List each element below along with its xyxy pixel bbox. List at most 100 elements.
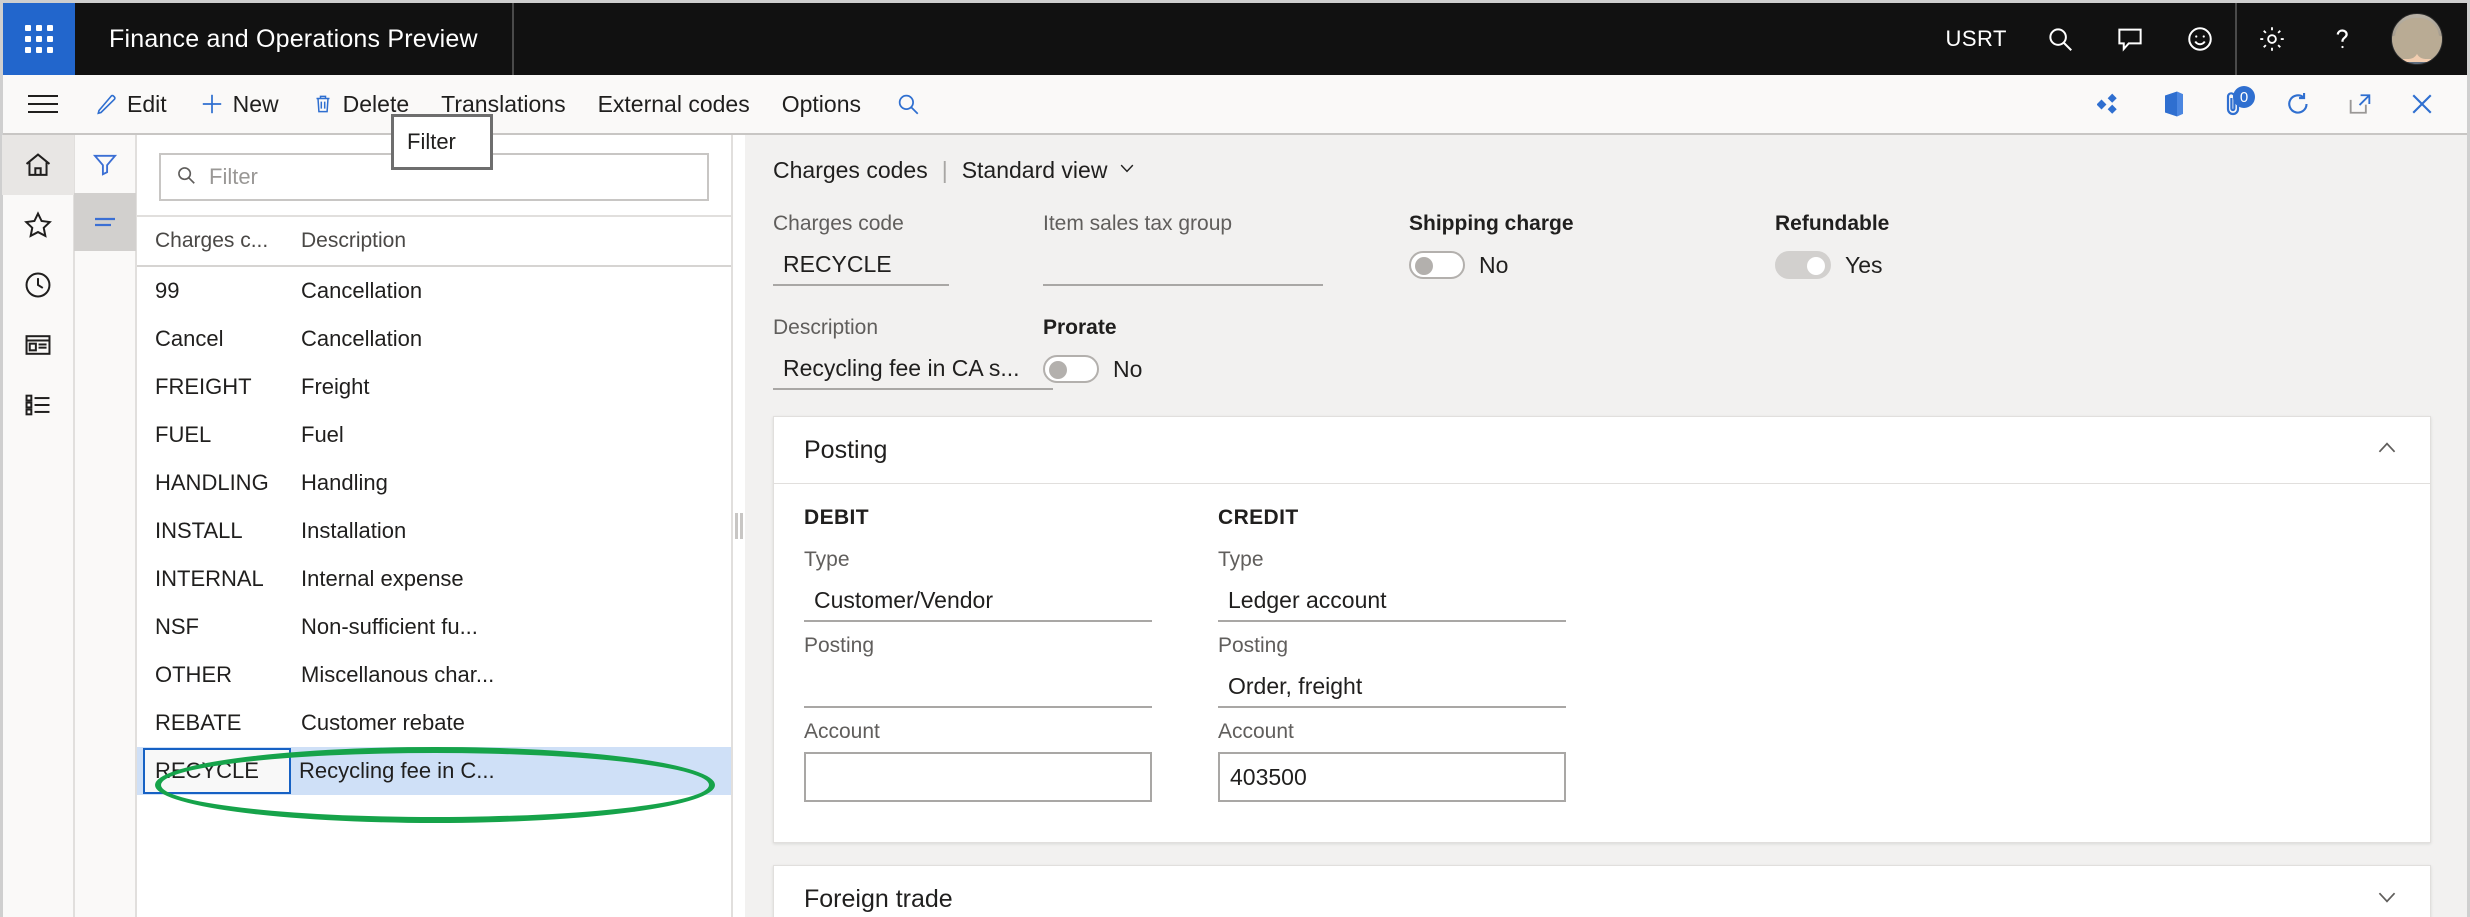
- command-search-icon[interactable]: [877, 74, 939, 134]
- item-sales-tax-group-field[interactable]: [1043, 244, 1323, 286]
- cell-description: Cancellation: [293, 326, 731, 352]
- shipping-charge-toggle[interactable]: [1409, 251, 1465, 279]
- refresh-icon[interactable]: [2267, 74, 2329, 134]
- office-app-icon[interactable]: [2143, 74, 2205, 134]
- prorate-toggle[interactable]: [1043, 355, 1099, 383]
- table-row[interactable]: 99 Cancellation: [137, 267, 731, 315]
- column-header-charges-code[interactable]: Charges c...: [145, 229, 293, 253]
- header-divider: [512, 3, 514, 75]
- table-row[interactable]: OTHER Miscellanous char...: [137, 651, 731, 699]
- charges-code-field[interactable]: RECYCLE: [773, 244, 949, 286]
- cell-description: Handling: [293, 470, 731, 496]
- cell-description: Fuel: [293, 422, 731, 448]
- options-button[interactable]: Options: [766, 74, 877, 134]
- cell-charges-code: REBATE: [145, 710, 293, 736]
- command-bar: Edit New Delete Translations Extern: [3, 75, 2467, 135]
- field-gap: [773, 286, 1043, 316]
- grid-header-row: Charges c... Description: [137, 215, 731, 267]
- command-bar-right-group: 0: [2081, 74, 2467, 134]
- table-row[interactable]: Cancel Cancellation: [137, 315, 731, 363]
- app-launcher-icon[interactable]: [3, 3, 75, 75]
- view-selector[interactable]: Standard view: [962, 157, 1138, 184]
- field-column-1: Charges code RECYCLE Description Recycli…: [773, 212, 1043, 390]
- debit-account-input[interactable]: [804, 752, 1152, 802]
- refundable-toggle[interactable]: [1775, 251, 1831, 279]
- filter-funnel-icon[interactable]: [74, 135, 136, 193]
- cell-description: Internal expense: [293, 566, 731, 592]
- star-favorites-icon[interactable]: [2, 195, 74, 255]
- foreign-trade-section-header[interactable]: Foreign trade: [774, 866, 2430, 917]
- debit-type-field-group: Type Customer/Vendor: [804, 548, 1218, 622]
- debit-posting-value[interactable]: [804, 666, 1152, 708]
- table-row[interactable]: INSTALL Installation: [137, 507, 731, 555]
- field-column-4: Refundable Yes: [1775, 212, 2135, 390]
- chevron-up-icon[interactable]: [2374, 435, 2400, 466]
- search-icon: [175, 164, 197, 191]
- cell-charges-code: 99: [145, 278, 293, 304]
- credit-type-value[interactable]: Ledger account: [1218, 580, 1566, 622]
- gear-icon[interactable]: [2237, 3, 2307, 75]
- attachment-count-badge: 0: [2233, 86, 2255, 108]
- cell-description: Customer rebate: [293, 710, 731, 736]
- posting-section-card: Posting DEBIT Type Customer/Vendo: [773, 416, 2431, 843]
- edit-button[interactable]: Edit: [79, 74, 183, 134]
- debit-posting-field-group: Posting: [804, 634, 1218, 708]
- refundable-label: Refundable: [1775, 212, 2135, 236]
- help-icon[interactable]: [2307, 3, 2377, 75]
- credit-header: CREDIT: [1218, 506, 1632, 530]
- cell-charges-code-focused[interactable]: RECYCLE: [143, 748, 291, 794]
- field-column-2: Item sales tax group Prorate No: [1043, 212, 1409, 390]
- pane-splitter[interactable]: [733, 135, 745, 917]
- debit-header: DEBIT: [804, 506, 1218, 530]
- list-view-icon[interactable]: [74, 193, 136, 251]
- user-avatar[interactable]: [2391, 13, 2443, 65]
- trash-icon: [311, 92, 335, 116]
- debit-type-value[interactable]: Customer/Vendor: [804, 580, 1152, 622]
- breadcrumb-page-title[interactable]: Charges codes: [773, 157, 928, 184]
- clock-recent-icon[interactable]: [2, 255, 74, 315]
- company-indicator[interactable]: USRT: [1928, 3, 2026, 75]
- table-row[interactable]: HANDLING Handling: [137, 459, 731, 507]
- open-in-new-window-icon[interactable]: [2329, 74, 2391, 134]
- prorate-toggle-row: No: [1043, 348, 1409, 390]
- home-icon[interactable]: [2, 135, 74, 195]
- new-button[interactable]: New: [183, 74, 295, 134]
- close-icon[interactable]: [2391, 74, 2453, 134]
- prorate-label: Prorate: [1043, 316, 1409, 340]
- posting-section-title: Posting: [804, 436, 887, 465]
- credit-type-field-group: Type Ledger account: [1218, 548, 1632, 622]
- external-codes-button[interactable]: External codes: [582, 74, 766, 134]
- table-row[interactable]: FUEL Fuel: [137, 411, 731, 459]
- item-sales-tax-group-label: Item sales tax group: [1043, 212, 1409, 236]
- table-row[interactable]: FREIGHT Freight: [137, 363, 731, 411]
- table-row[interactable]: INTERNAL Internal expense: [137, 555, 731, 603]
- attachment-icon[interactable]: 0: [2205, 74, 2267, 134]
- chevron-down-icon[interactable]: [2374, 884, 2400, 915]
- table-row[interactable]: REBATE Customer rebate: [137, 699, 731, 747]
- credit-account-input[interactable]: 403500: [1218, 752, 1566, 802]
- cell-charges-code: INTERNAL: [145, 566, 293, 592]
- search-icon[interactable]: [2025, 3, 2095, 75]
- debit-account-label: Account: [804, 720, 1218, 744]
- posting-section-header[interactable]: Posting: [774, 417, 2430, 483]
- description-field[interactable]: Recycling fee in CA s...: [773, 348, 1053, 390]
- chevron-down-icon: [1117, 157, 1137, 184]
- workspace-icon[interactable]: [2, 315, 74, 375]
- body-container: Charges c... Description 99 Cancellation…: [3, 135, 2467, 917]
- credit-posting-label: Posting: [1218, 634, 1632, 658]
- column-header-description[interactable]: Description: [293, 229, 731, 253]
- navigation-menu-icon[interactable]: [7, 74, 79, 134]
- table-row[interactable]: NSF Non-sufficient fu...: [137, 603, 731, 651]
- table-row-selected[interactable]: RECYCLE Recycling fee in C...: [137, 747, 731, 795]
- application-window: Finance and Operations Preview USRT: [0, 0, 2470, 917]
- modules-list-icon[interactable]: [2, 375, 74, 435]
- cell-description: Installation: [293, 518, 731, 544]
- feedback-icon[interactable]: [2095, 3, 2165, 75]
- smiley-icon[interactable]: [2165, 3, 2235, 75]
- credit-posting-value[interactable]: Order, freight: [1218, 666, 1566, 708]
- debit-posting-label: Posting: [804, 634, 1218, 658]
- prorate-value: No: [1113, 356, 1142, 383]
- diamond-cluster-icon[interactable]: [2081, 74, 2143, 134]
- edit-label: Edit: [127, 91, 167, 118]
- cell-charges-code: OTHER: [145, 662, 293, 688]
